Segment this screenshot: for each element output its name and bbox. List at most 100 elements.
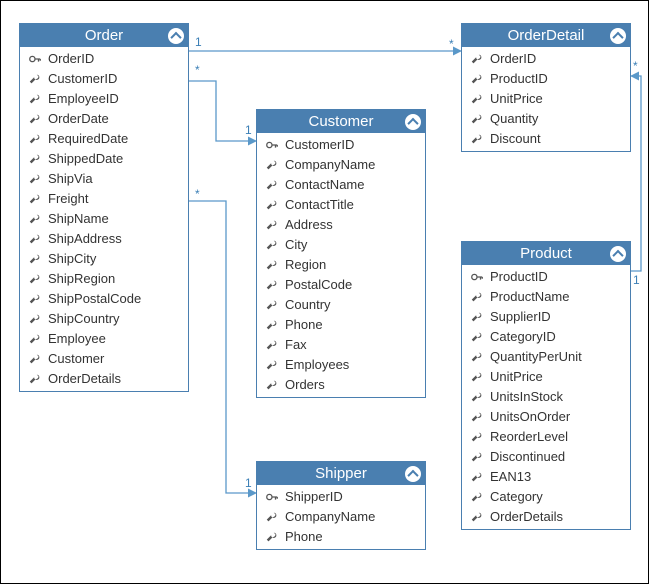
property-row[interactable]: UnitsInStock — [462, 387, 630, 407]
property-row[interactable]: ShipCity — [20, 249, 188, 269]
property-row[interactable]: ShipVia — [20, 169, 188, 189]
collapse-icon[interactable] — [405, 466, 421, 482]
property-label: QuantityPerUnit — [490, 349, 582, 365]
entity-order[interactable]: Order OrderID CustomerID EmployeeIDOrderDat… — [19, 23, 189, 392]
property-row[interactable]: Country — [257, 295, 425, 315]
property-row[interactable]: EmployeeID — [20, 89, 188, 109]
property-row[interactable]: Freight — [20, 189, 188, 209]
wrench-icon — [265, 530, 279, 544]
property-row[interactable]: ShipAddress — [20, 229, 188, 249]
wrench-icon — [265, 510, 279, 524]
entity-header-orderdetail[interactable]: OrderDetail — [462, 24, 630, 47]
property-label: CustomerID — [48, 71, 117, 87]
property-row[interactable]: Customer — [20, 349, 188, 369]
property-row[interactable]: PostalCode — [257, 275, 425, 295]
wrench-icon — [265, 378, 279, 392]
property-label: UnitsInStock — [490, 389, 563, 405]
property-row[interactable]: ContactName — [257, 175, 425, 195]
property-row[interactable]: SupplierID — [462, 307, 630, 327]
property-row[interactable]: Employee — [20, 329, 188, 349]
property-row[interactable]: UnitPrice — [462, 89, 630, 109]
wrench-icon — [28, 212, 42, 226]
entity-customer[interactable]: Customer CustomerIDCompanyNameContactName… — [256, 109, 426, 398]
property-row[interactable]: Fax — [257, 335, 425, 355]
entity-header-customer[interactable]: Customer — [257, 110, 425, 133]
entity-body-orderdetail: OrderIDProductIDUnitPriceQuantityDiscoun… — [462, 47, 630, 151]
entity-title-shipper: Shipper — [265, 465, 417, 482]
property-row[interactable]: Discount — [462, 129, 630, 149]
wrench-icon — [265, 178, 279, 192]
property-row[interactable]: Category — [462, 487, 630, 507]
property-row[interactable]: ContactTitle — [257, 195, 425, 215]
property-row[interactable]: OrderID — [462, 49, 630, 69]
property-row[interactable]: ProductID — [462, 267, 630, 287]
property-row[interactable]: CategoryID — [462, 327, 630, 347]
property-row[interactable]: ReorderLevel — [462, 427, 630, 447]
entity-header-order[interactable]: Order — [20, 24, 188, 47]
property-row[interactable]: RequiredDate — [20, 129, 188, 149]
collapse-icon[interactable] — [168, 28, 184, 44]
wrench-icon — [28, 72, 42, 86]
entity-header-shipper[interactable]: Shipper — [257, 462, 425, 485]
collapse-icon[interactable] — [610, 28, 626, 44]
wrench-icon — [28, 92, 42, 106]
card-order-orderdetail-star: * — [449, 37, 454, 51]
property-row[interactable]: CustomerID — [257, 135, 425, 155]
diagram-canvas: 1 * * 1 * 1 1 * OrderOrderIDCustomerIDEm… — [0, 0, 649, 584]
entity-title-orderdetail: OrderDetail — [470, 27, 622, 44]
property-row[interactable]: ShipCountry — [20, 309, 188, 329]
wrench-icon — [470, 450, 484, 464]
entity-title-order: Order — [28, 27, 180, 44]
entity-body-shipper: ShipperID CompanyNamePhone — [257, 485, 425, 549]
property-row[interactable]: Phone — [257, 315, 425, 335]
property-row[interactable]: OrderDetails — [462, 507, 630, 527]
entity-product[interactable]: Product ProductIDProductName SupplierID Cat… — [461, 241, 631, 530]
property-row[interactable]: ShipRegion — [20, 269, 188, 289]
property-row[interactable]: Region — [257, 255, 425, 275]
property-row[interactable]: UnitPrice — [462, 367, 630, 387]
property-row[interactable]: CustomerID — [20, 69, 188, 89]
property-row[interactable]: ShipperID — [257, 487, 425, 507]
wrench-icon — [265, 218, 279, 232]
entity-title-product: Product — [470, 245, 622, 262]
property-row[interactable]: Quantity — [462, 109, 630, 129]
property-row[interactable]: Discontinued — [462, 447, 630, 467]
wrench-icon — [28, 112, 42, 126]
property-row[interactable]: ProductID — [462, 69, 630, 89]
property-row[interactable]: ShipName — [20, 209, 188, 229]
property-label: ShippedDate — [48, 151, 123, 167]
property-label: Discontinued — [490, 449, 565, 465]
property-row[interactable]: Address — [257, 215, 425, 235]
wrench-icon — [28, 152, 42, 166]
property-row[interactable]: ProductName — [462, 287, 630, 307]
collapse-icon[interactable] — [610, 246, 626, 262]
property-row[interactable]: CompanyName — [257, 155, 425, 175]
wrench-icon — [470, 390, 484, 404]
collapse-icon[interactable] — [405, 114, 421, 130]
property-label: ShipperID — [285, 489, 343, 505]
property-row[interactable]: QuantityPerUnit — [462, 347, 630, 367]
property-row[interactable]: Orders — [257, 375, 425, 395]
property-label: SupplierID — [490, 309, 551, 325]
entity-header-product[interactable]: Product — [462, 242, 630, 265]
property-row[interactable]: OrderID — [20, 49, 188, 69]
entity-shipper[interactable]: Shipper ShipperID CompanyNamePhone — [256, 461, 426, 550]
property-row[interactable]: Employees — [257, 355, 425, 375]
property-row[interactable]: CompanyName — [257, 507, 425, 527]
property-row[interactable]: Phone — [257, 527, 425, 547]
property-row[interactable]: UnitsOnOrder — [462, 407, 630, 427]
wrench-icon — [470, 72, 484, 86]
property-row[interactable]: ShippedDate — [20, 149, 188, 169]
entity-orderdetail[interactable]: OrderDetail OrderIDProductIDUnitPriceQuan… — [461, 23, 631, 152]
property-row[interactable]: OrderDetails — [20, 369, 188, 389]
wrench-icon — [470, 490, 484, 504]
card-product-orderdetail-1: 1 — [633, 273, 640, 287]
wrench-icon — [28, 232, 42, 246]
entity-title-customer: Customer — [265, 113, 417, 130]
property-row[interactable]: OrderDate — [20, 109, 188, 129]
wrench-icon — [28, 252, 42, 266]
property-row[interactable]: EAN13 — [462, 467, 630, 487]
property-row[interactable]: ShipPostalCode — [20, 289, 188, 309]
property-label: ShipCity — [48, 251, 96, 267]
property-row[interactable]: City — [257, 235, 425, 255]
